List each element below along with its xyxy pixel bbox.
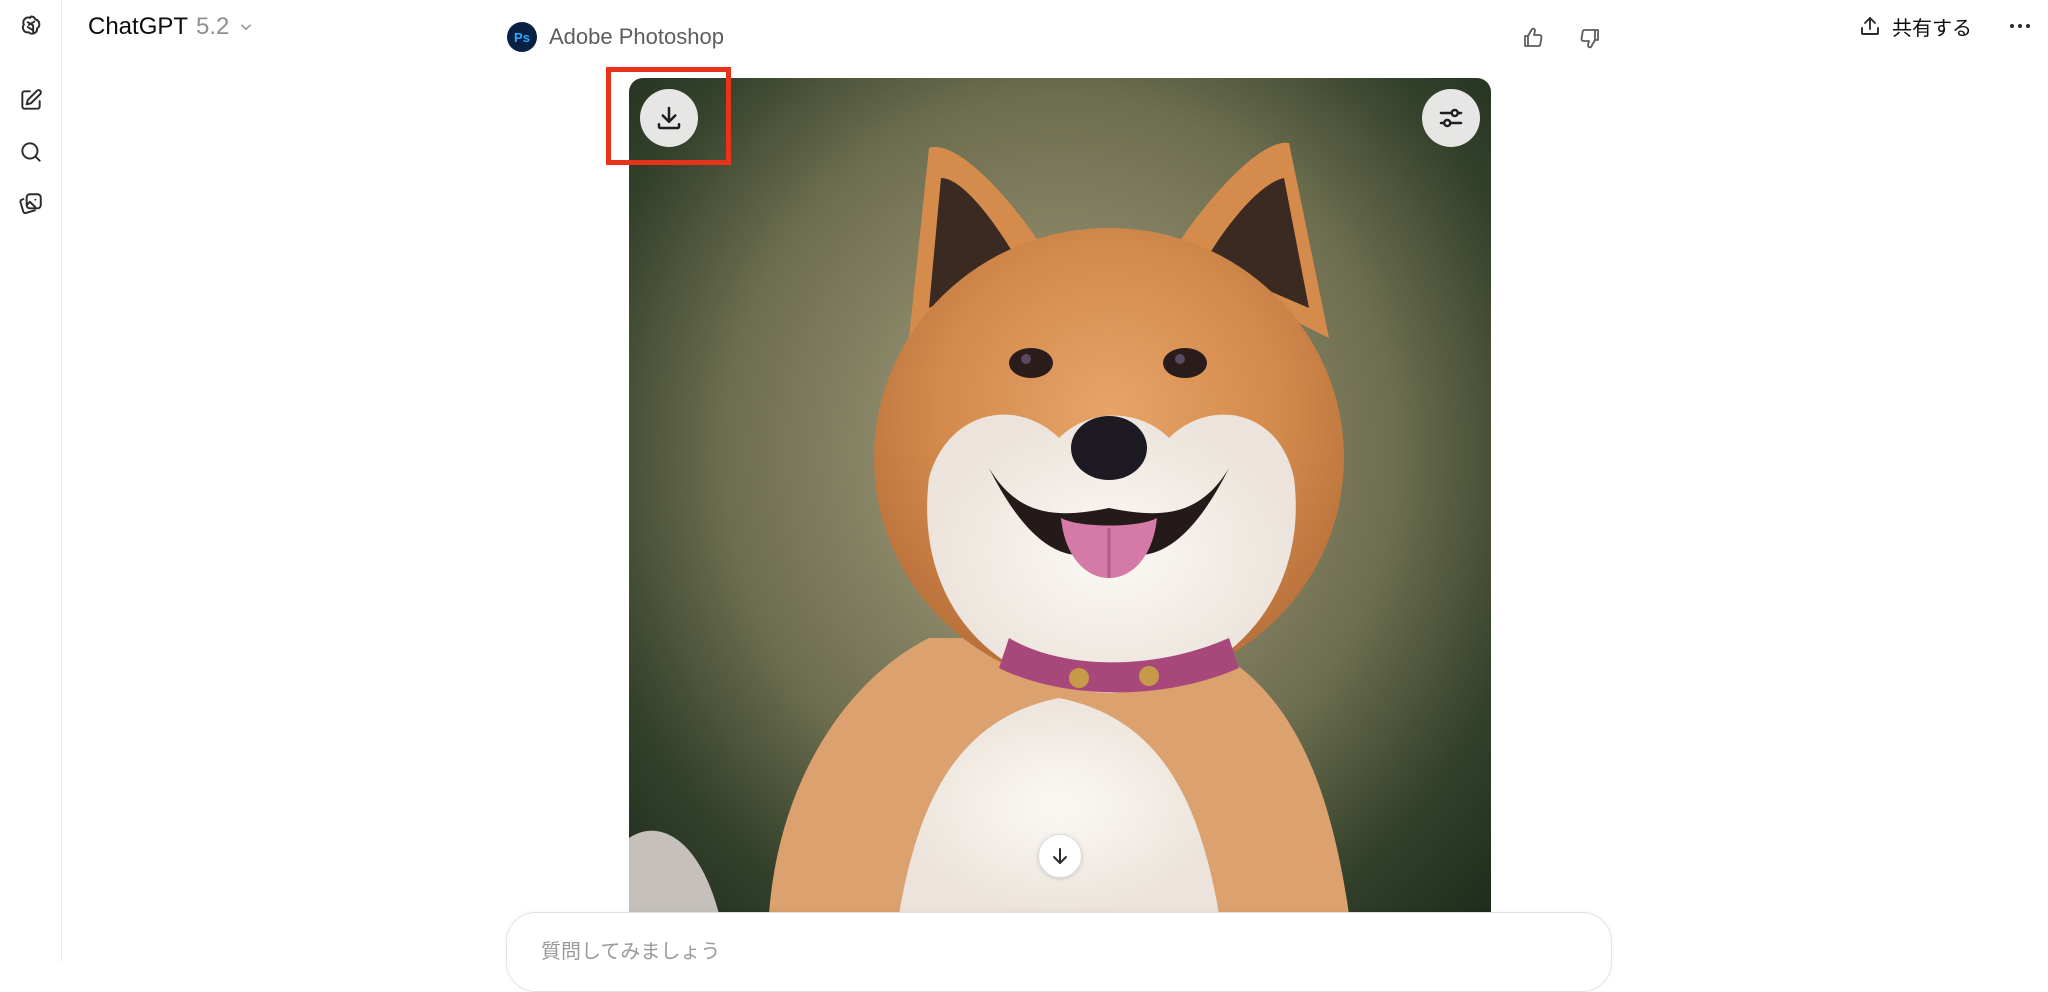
photoshop-badge: Ps (507, 22, 537, 52)
scroll-to-bottom-button[interactable] (1038, 834, 1082, 878)
adjust-sliders-icon (1439, 108, 1463, 128)
more-icon[interactable] (2004, 10, 2036, 42)
adjust-button[interactable] (1422, 89, 1480, 147)
scroll-down-arrow-icon (1053, 848, 1067, 864)
chevron-down-icon (241, 24, 252, 31)
tool-name: Adobe Photoshop (549, 24, 724, 49)
sidebar-rail (0, 0, 62, 962)
model-name: ChatGPT (88, 13, 189, 40)
images-icon[interactable] (9, 182, 53, 226)
prompt-input[interactable] (539, 937, 1539, 967)
search-icon[interactable] (9, 130, 53, 174)
model-version: 5.2 (196, 13, 230, 40)
share-icon (1861, 17, 1879, 35)
new-chat-icon[interactable] (9, 78, 53, 122)
model-switcher[interactable]: ChatGPT 5.2 (88, 8, 255, 46)
share-button[interactable]: 共有する (1858, 8, 1972, 44)
generated-image[interactable] (629, 78, 1491, 914)
share-label: 共有する (1892, 17, 1972, 40)
openai-logo-icon[interactable] (9, 4, 53, 48)
message-composer (506, 912, 1612, 992)
download-button[interactable] (640, 89, 698, 147)
thumbs-up-icon[interactable] (1515, 20, 1551, 56)
shiba-inu-photo (629, 142, 1349, 914)
tool-attribution: Ps Adobe Photoshop (507, 22, 724, 52)
thumbs-down-icon[interactable] (1572, 20, 1608, 56)
download-icon (657, 106, 681, 130)
